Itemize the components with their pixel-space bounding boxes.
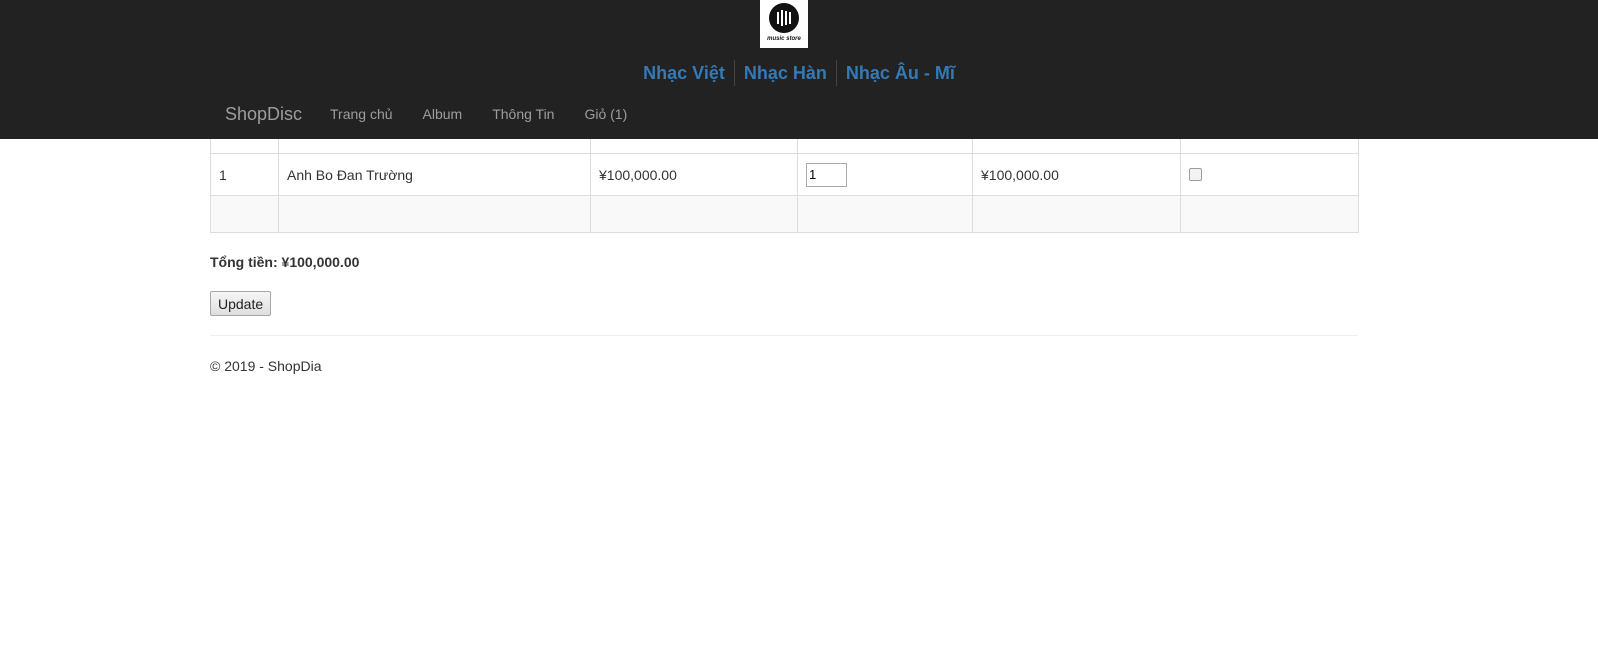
item-number: 1 xyxy=(210,153,279,196)
disc-icon xyxy=(769,3,799,33)
table-row-empty xyxy=(210,195,1359,233)
footer-copyright: © 2019 - ShopDia xyxy=(210,358,322,374)
item-subtotal: ¥100,000.00 xyxy=(972,153,1181,196)
footer-divider xyxy=(210,335,1358,336)
music-store-logo[interactable]: music store xyxy=(760,0,808,48)
nav-album[interactable]: Album xyxy=(408,90,478,138)
genre-nav: Nhạc Việt Nhạc Hàn Nhạc Âu - Mĩ xyxy=(0,60,1598,86)
logo-caption: music store xyxy=(767,36,801,42)
item-name: Anh Bo Đan Trường xyxy=(278,153,591,196)
item-remove-cell xyxy=(1180,153,1359,196)
item-price: ¥100,000.00 xyxy=(590,153,798,196)
genre-link-viet[interactable]: Nhạc Việt xyxy=(634,60,734,86)
item-quantity-cell xyxy=(797,153,973,196)
brand-link[interactable]: ShopDisc xyxy=(225,90,302,138)
quantity-input[interactable] xyxy=(806,162,847,187)
nav-links: Trang chủ Album Thông Tin Giỏ (1) xyxy=(315,90,642,138)
genre-link-han[interactable]: Nhạc Hàn xyxy=(733,60,836,86)
table-row: 1 Anh Bo Đan Trường ¥100,000.00 ¥100,000… xyxy=(210,153,1359,196)
site-header: music store Nhạc Việt Nhạc Hàn Nhạc Âu - M… xyxy=(0,0,1598,139)
nav-home[interactable]: Trang chủ xyxy=(315,90,408,138)
remove-checkbox[interactable] xyxy=(1189,167,1202,181)
nav-cart[interactable]: Giỏ (1) xyxy=(569,90,642,138)
cart-total: Tổng tiền: ¥100,000.00 xyxy=(210,254,360,270)
genre-link-au-mi[interactable]: Nhạc Âu - Mĩ xyxy=(835,60,964,86)
nav-info[interactable]: Thông Tin xyxy=(477,90,569,138)
update-button[interactable]: Update xyxy=(210,291,272,316)
